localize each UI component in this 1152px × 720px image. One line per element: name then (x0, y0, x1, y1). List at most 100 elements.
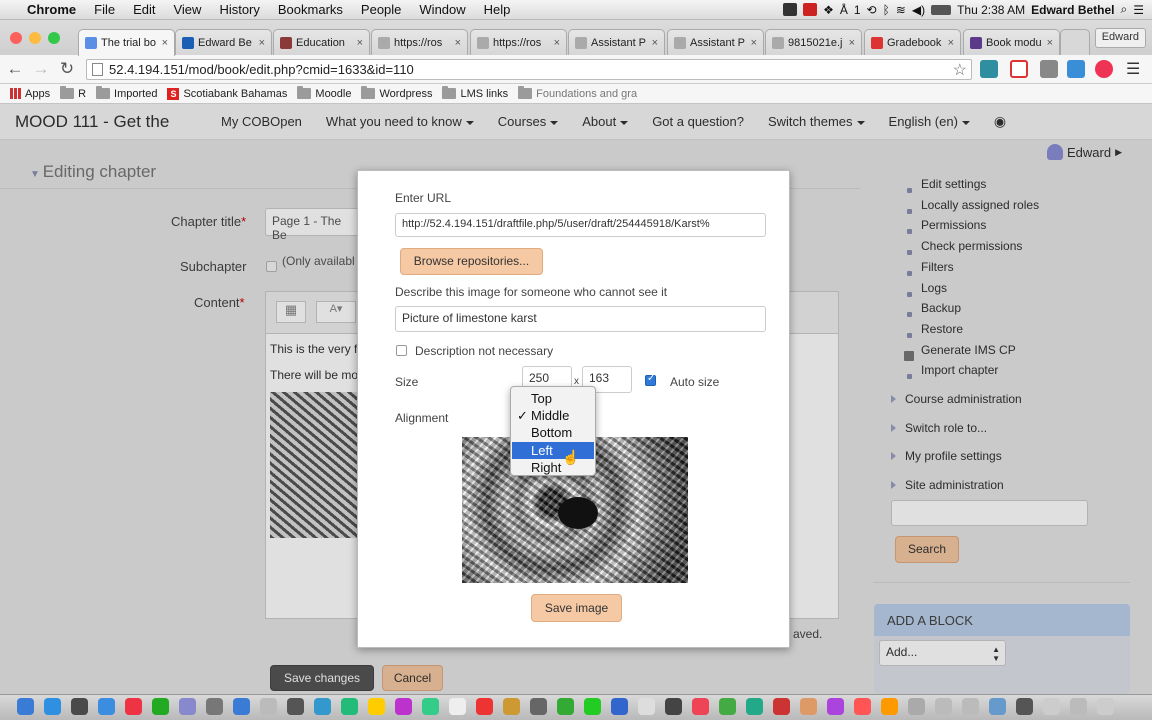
dock-app-icon[interactable] (557, 698, 574, 715)
close-tab-icon[interactable]: × (751, 37, 757, 49)
close-tab-icon[interactable]: × (849, 37, 855, 49)
auto-size-checkbox[interactable] (645, 373, 656, 386)
alignment-option[interactable]: Right (512, 459, 594, 476)
close-tab-icon[interactable]: × (948, 37, 954, 49)
chrome-menu-icon[interactable]: ☰ (1126, 59, 1140, 79)
close-tab-icon[interactable]: × (1047, 37, 1053, 49)
description-not-necessary-checkbox[interactable] (396, 345, 407, 356)
menu-help[interactable]: Help (475, 2, 520, 17)
status-red-icon[interactable] (803, 3, 818, 16)
browser-tab[interactable]: Education × (273, 29, 370, 55)
dock-app-icon[interactable] (1097, 698, 1114, 715)
menu-window[interactable]: Window (410, 2, 474, 17)
image-description-input[interactable]: Picture of limestone karst (395, 306, 766, 332)
dock-app-icon[interactable] (962, 698, 979, 715)
bookmark-apps[interactable]: Apps (10, 88, 50, 100)
dock-app-icon[interactable] (503, 698, 520, 715)
alignment-option[interactable]: Left (512, 441, 594, 459)
extension-chrome-icon[interactable] (1095, 60, 1113, 78)
dock-app-icon[interactable] (71, 698, 88, 715)
dock-app-icon[interactable] (692, 698, 709, 715)
dock-app-icon[interactable] (908, 698, 925, 715)
dock-app-icon[interactable] (800, 698, 817, 715)
menubar-user[interactable]: Edward Bethel (1031, 3, 1114, 17)
menu-bookmarks[interactable]: Bookmarks (269, 2, 352, 17)
dock-app-icon[interactable] (773, 698, 790, 715)
dock-app-icon[interactable] (152, 698, 169, 715)
extension-arrow-icon[interactable] (1067, 60, 1085, 78)
dock-app-icon[interactable] (98, 698, 115, 715)
menu-people[interactable]: People (352, 2, 410, 17)
alignment-option[interactable]: ✓ Middle (512, 407, 594, 424)
bookmark-moodle[interactable]: Moodle (297, 86, 351, 100)
extension-s-icon[interactable] (980, 60, 998, 78)
dock-app-icon[interactable] (449, 698, 466, 715)
browser-tab[interactable]: Edward Be × (175, 29, 272, 55)
back-arrow-icon[interactable]: ← (4, 59, 26, 79)
notification-center-icon[interactable]: ☰ (1133, 3, 1144, 17)
dock-app-icon[interactable] (233, 698, 250, 715)
alignment-option[interactable]: Top (512, 390, 594, 407)
close-tab-icon[interactable]: × (554, 37, 560, 49)
browser-tab[interactable]: Gradebook × (864, 29, 961, 55)
extension-people-icon[interactable] (1040, 60, 1058, 78)
bookmark-scotiabank[interactable]: S Scotiabank Bahamas (167, 87, 287, 100)
bookmark-r[interactable]: R (60, 86, 86, 100)
zoom-window-icon[interactable] (48, 32, 60, 44)
bookmark-star-icon[interactable]: ☆ (953, 60, 967, 80)
close-tab-icon[interactable]: × (455, 37, 461, 49)
close-tab-icon[interactable]: × (162, 37, 168, 49)
save-image-button[interactable]: Save image (531, 594, 622, 622)
menu-history[interactable]: History (210, 2, 268, 17)
menu-view[interactable]: View (164, 2, 210, 17)
bluetooth-icon[interactable]: ᛒ (883, 3, 890, 17)
browser-tab[interactable]: The trial bo × (78, 29, 175, 56)
dock-app-icon[interactable] (1016, 698, 1033, 715)
gmail-icon[interactable] (1010, 60, 1028, 78)
battery-icon[interactable] (931, 4, 952, 15)
dock-app-icon[interactable] (44, 698, 61, 715)
dock-app-icon[interactable] (368, 698, 385, 715)
dock-app-icon[interactable] (665, 698, 682, 715)
browse-repositories-button[interactable]: Browse repositories... (400, 248, 543, 275)
dock-app-icon[interactable] (314, 698, 331, 715)
browser-tab[interactable]: https://ros × (470, 29, 567, 55)
dock-app-icon[interactable] (854, 698, 871, 715)
browser-tab[interactable]: Assistant P × (667, 29, 764, 55)
dock-app-icon[interactable] (1070, 698, 1087, 715)
dock-app-icon[interactable] (827, 698, 844, 715)
address-bar[interactable]: 52.4.194.151/mod/book/edit.php?cmid=1633… (86, 59, 972, 80)
dock-app-icon[interactable] (989, 698, 1006, 715)
dropbox-icon[interactable]: ❖ (823, 3, 834, 17)
dock-app-icon[interactable] (1043, 698, 1060, 715)
adobe-icon[interactable]: Å (840, 3, 848, 17)
menu-file[interactable]: File (85, 2, 124, 17)
bookmark-imported[interactable]: Imported (96, 86, 157, 100)
status-app-icon[interactable] (783, 3, 798, 16)
dock-app-icon[interactable] (287, 698, 304, 715)
dock-app-icon[interactable] (206, 698, 223, 715)
image-url-input[interactable]: http://52.4.194.151/draftfile.php/5/user… (395, 213, 766, 237)
dock-app-icon[interactable] (584, 698, 601, 715)
profile-button[interactable]: Edward (1094, 28, 1146, 48)
close-window-icon[interactable] (10, 32, 22, 44)
bookmark-wordpress[interactable]: Wordpress (361, 86, 432, 100)
dock-app-icon[interactable] (125, 698, 142, 715)
dock-app-icon[interactable] (395, 698, 412, 715)
dock-app-icon[interactable] (179, 698, 196, 715)
menu-edit[interactable]: Edit (124, 2, 164, 17)
time-machine-icon[interactable]: ⟲ (867, 3, 877, 17)
close-tab-icon[interactable]: × (652, 37, 658, 49)
browser-tab[interactable]: Book modu × (963, 29, 1060, 55)
dock-app-icon[interactable] (260, 698, 277, 715)
dock-app-icon[interactable] (341, 698, 358, 715)
browser-tab[interactable]: Assistant P × (568, 29, 665, 55)
dock-app-icon[interactable] (422, 698, 439, 715)
dock-app-icon[interactable] (935, 698, 952, 715)
bookmark-lms-links[interactable]: LMS links (442, 86, 508, 100)
dock-app-icon[interactable] (17, 698, 34, 715)
browser-tab[interactable]: 9815021e.j × (765, 29, 862, 55)
bookmark-foundations[interactable]: Foundations and gra (518, 86, 637, 100)
close-tab-icon[interactable]: × (259, 37, 265, 49)
dock-app-icon[interactable] (746, 698, 763, 715)
